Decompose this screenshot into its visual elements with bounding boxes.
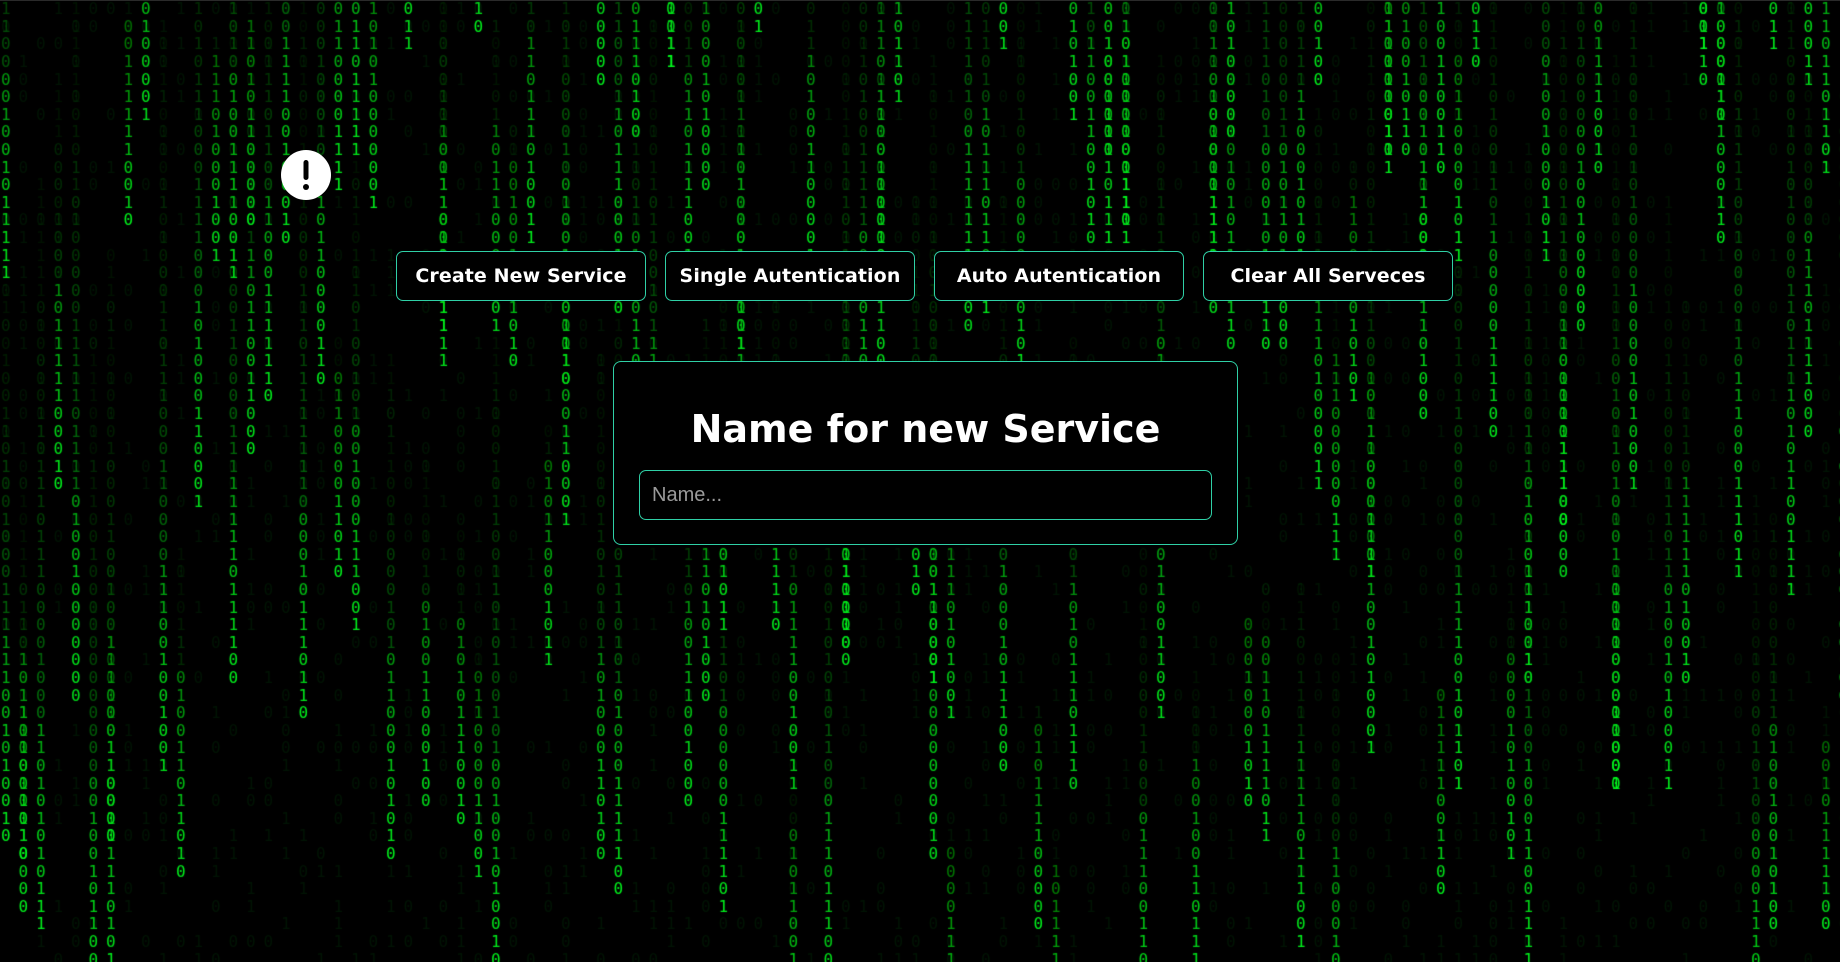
exclamation-icon [301, 158, 311, 192]
alert-button[interactable] [281, 150, 331, 200]
single-authentication-button[interactable]: Single Autentication [665, 251, 915, 301]
service-name-input[interactable] [639, 470, 1212, 520]
auto-authentication-button[interactable]: Auto Autentication [934, 251, 1184, 301]
create-new-service-button[interactable]: Create New Service [396, 251, 646, 301]
action-toolbar: Create New Service Single Autentication … [396, 251, 1453, 301]
new-service-dialog: Name for new Service [613, 361, 1238, 545]
clear-all-services-button[interactable]: Clear All Serveces [1203, 251, 1453, 301]
top-border-line [0, 0, 1840, 1]
dialog-title: Name for new Service [690, 407, 1161, 451]
